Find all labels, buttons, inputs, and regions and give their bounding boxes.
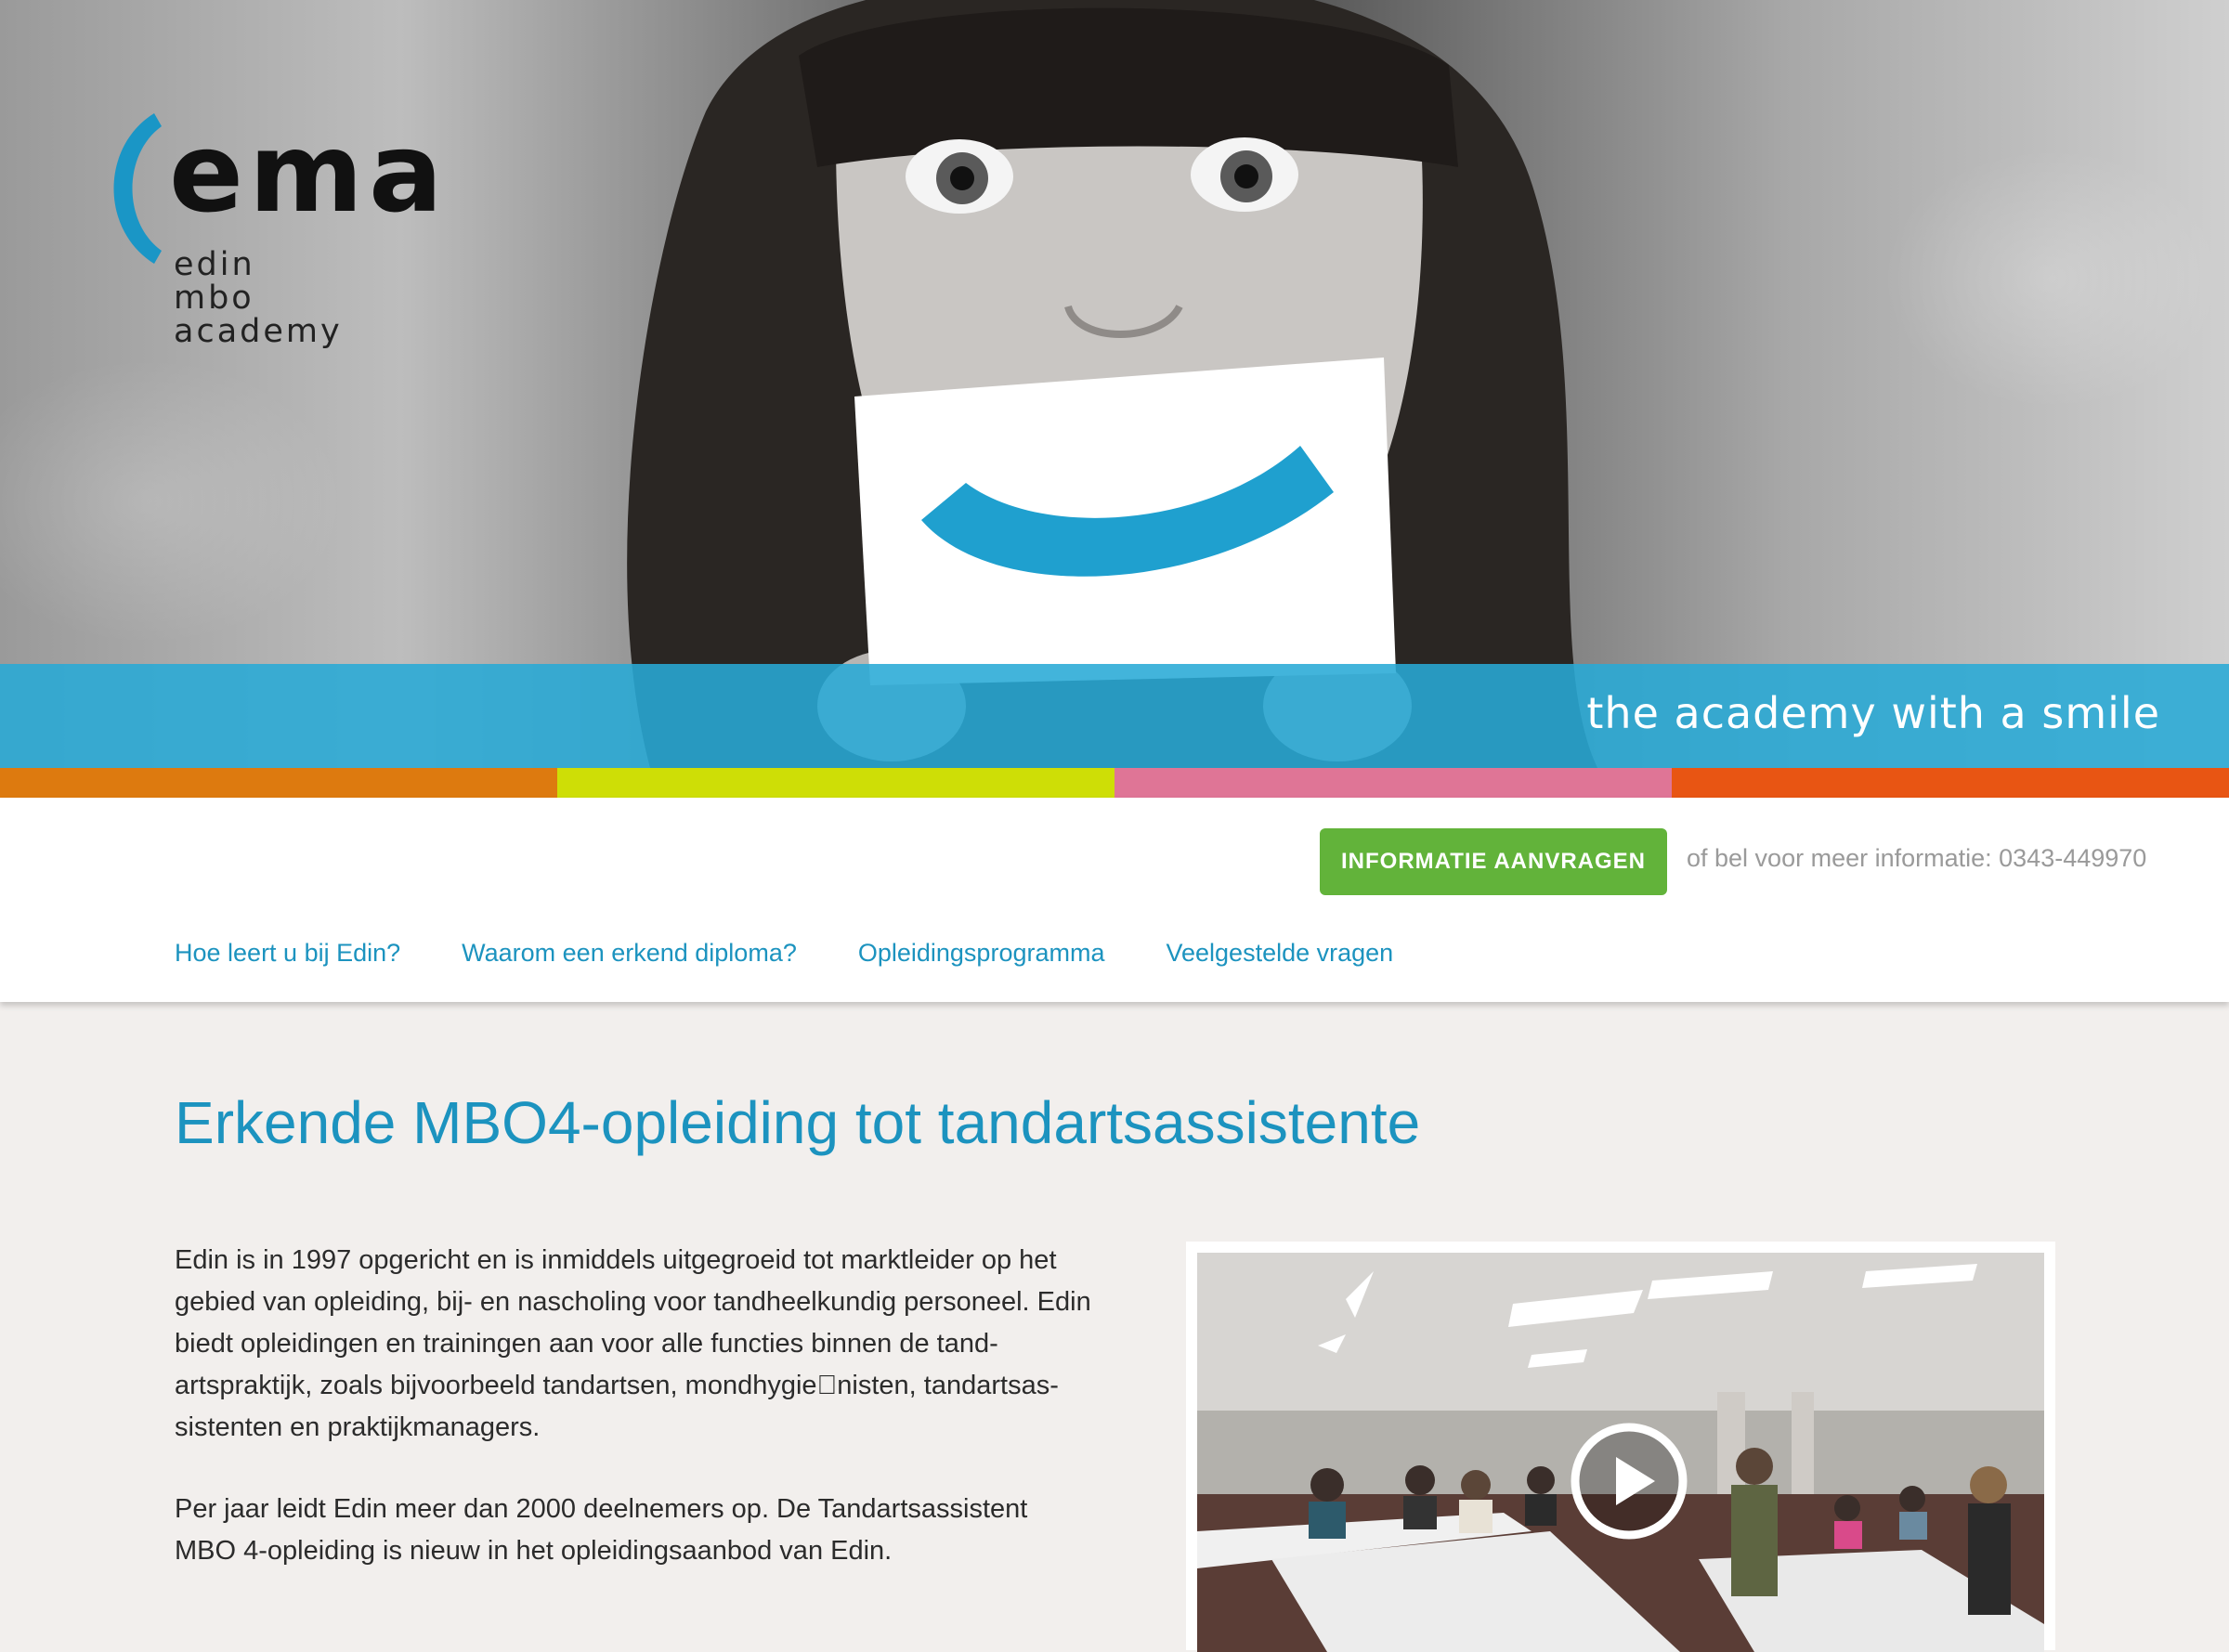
logo-line-edin: edin <box>174 246 255 283</box>
stripe-pink <box>1114 768 1672 798</box>
color-stripes <box>0 768 2229 798</box>
logo-wordmark: ema <box>169 109 449 237</box>
intro-paragraph: Edin is in 1997 opgericht en is inmiddel… <box>175 1245 1091 1442</box>
logo-line-mbo: mbo <box>174 280 254 317</box>
hero-banner: ema edin mbo academy the academy with a … <box>0 0 2229 768</box>
nav-item-opleidingsprogramma[interactable]: Opleidingsprogramma <box>858 939 1105 968</box>
tagline: the academy with a smile <box>1586 688 2160 738</box>
video-player[interactable] <box>1197 1253 2044 1652</box>
stripe-orange <box>0 768 557 798</box>
stripe-lime <box>557 768 1114 798</box>
nav-item-veelgestelde-vragen[interactable]: Veelgestelde vragen <box>1166 939 1393 968</box>
header-bar: INFORMATIE AANVRAGEN of bel voor meer in… <box>0 798 2229 1002</box>
main-nav: Hoe leert u bij Edin? Waarom een erkend … <box>175 939 1454 968</box>
logo-line-academy: academy <box>174 313 343 350</box>
stripe-red-orange <box>1672 768 2229 798</box>
logo[interactable]: ema edin mbo academy <box>100 110 472 360</box>
request-info-button[interactable]: INFORMATIE AANVRAGEN <box>1320 828 1667 895</box>
nav-item-waarom-diploma[interactable]: Waarom een erkend diploma? <box>462 939 797 968</box>
logo-bracket-icon <box>113 113 162 264</box>
phone-info: of bel voor meer informatie: 0343-449970 <box>1687 844 2147 872</box>
play-icon[interactable] <box>1568 1420 1690 1542</box>
nav-item-hoe-leert[interactable]: Hoe leert u bij Edin? <box>175 939 400 968</box>
second-paragraph: Per jaar leidt Edin meer dan 2000 deelne… <box>175 1494 1028 1566</box>
video-card <box>1186 1242 2055 1652</box>
page-title: Erkende MBO4-opleiding tot tandartsassis… <box>175 1089 1421 1156</box>
